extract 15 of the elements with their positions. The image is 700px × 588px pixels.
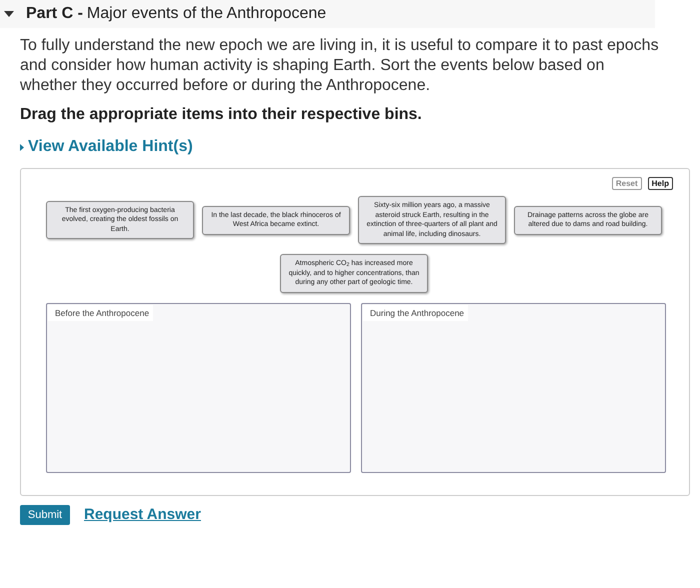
instruction-text: Drag the appropriate items into their respective bins. [20, 105, 423, 125]
toolbar-button[interactable]: Help [648, 177, 673, 190]
request-answer-link[interactable]: Request Answer [84, 504, 201, 526]
hint-link[interactable]: View Available Hint(s) [20, 135, 660, 159]
collapse-caret-icon[interactable] [4, 11, 14, 17]
part-label: Part C - [26, 4, 83, 24]
bin-label: Before the Anthropocene [48, 304, 154, 322]
drop-bin[interactable]: Before the Anthropocene [46, 302, 351, 472]
toolbar-button[interactable]: Reset [612, 177, 642, 190]
intro-paragraph: To fully understand the new epoch we are living in, it is useful to compare it to past epochs and consider how human activity is shaping Earth. Sort the events below based on whether they occurred before or during the Anthropocene. [20, 36, 660, 96]
submit-button[interactable]: Submit [20, 504, 70, 525]
expand-caret-icon [20, 144, 24, 150]
drop-bin[interactable]: During the Anthropocene [361, 302, 666, 472]
part-title: Major events of the Anthropocene [86, 4, 326, 24]
bin-label: During the Anthropocene [363, 304, 468, 322]
